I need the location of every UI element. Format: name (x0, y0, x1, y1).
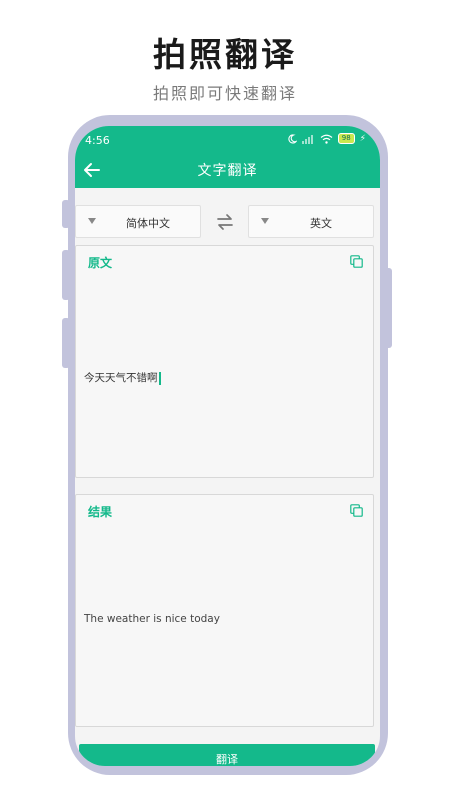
copy-icon[interactable] (350, 504, 363, 517)
battery-icon: 98 (337, 133, 355, 144)
app-bar: 4:56 98 ⚡ 文字翻译 (75, 126, 380, 188)
phone-side-button (62, 200, 70, 228)
signal-icon (301, 134, 313, 144)
status-bar: 4:56 98 ⚡ (75, 126, 380, 152)
app-screen: 4:56 98 ⚡ 文字翻译 简体中文 英文 原文 今天天气不错啊 结果 The… (75, 126, 380, 766)
source-text-input[interactable]: 今天天气不错啊 (84, 370, 161, 385)
source-language-label: 简体中文 (126, 217, 170, 230)
phone-volume-down-button (62, 318, 70, 368)
result-text: The weather is nice today (84, 613, 220, 625)
moon-icon (288, 133, 297, 143)
result-text-panel: 结果 The weather is nice today (75, 494, 374, 727)
charging-icon: ⚡ (359, 133, 366, 144)
translate-button[interactable]: 翻译 (79, 744, 375, 766)
source-text: 今天天气不错啊 (84, 372, 158, 384)
target-language-select[interactable]: 英文 (248, 205, 374, 238)
page-title: 文字翻译 (197, 163, 258, 179)
target-language-label: 英文 (310, 217, 332, 230)
wifi-icon (320, 134, 333, 144)
copy-icon[interactable] (350, 255, 363, 268)
swap-icon[interactable] (215, 212, 235, 232)
status-icons: 98 ⚡ (287, 133, 366, 144)
source-panel-label: 原文 (88, 256, 113, 270)
promo-subtitle: 拍照即可快速翻译 (152, 84, 297, 103)
result-panel-label: 结果 (88, 505, 113, 519)
promo-title: 拍照翻译 (153, 35, 297, 74)
phone-power-button (384, 268, 392, 348)
status-time: 4:56 (85, 134, 110, 147)
text-cursor (158, 371, 161, 385)
source-language-select[interactable]: 简体中文 (75, 205, 201, 238)
source-text-panel[interactable]: 原文 今天天气不错啊 (75, 245, 374, 478)
phone-volume-up-button (62, 250, 70, 300)
translate-button-label: 翻译 (216, 754, 238, 766)
